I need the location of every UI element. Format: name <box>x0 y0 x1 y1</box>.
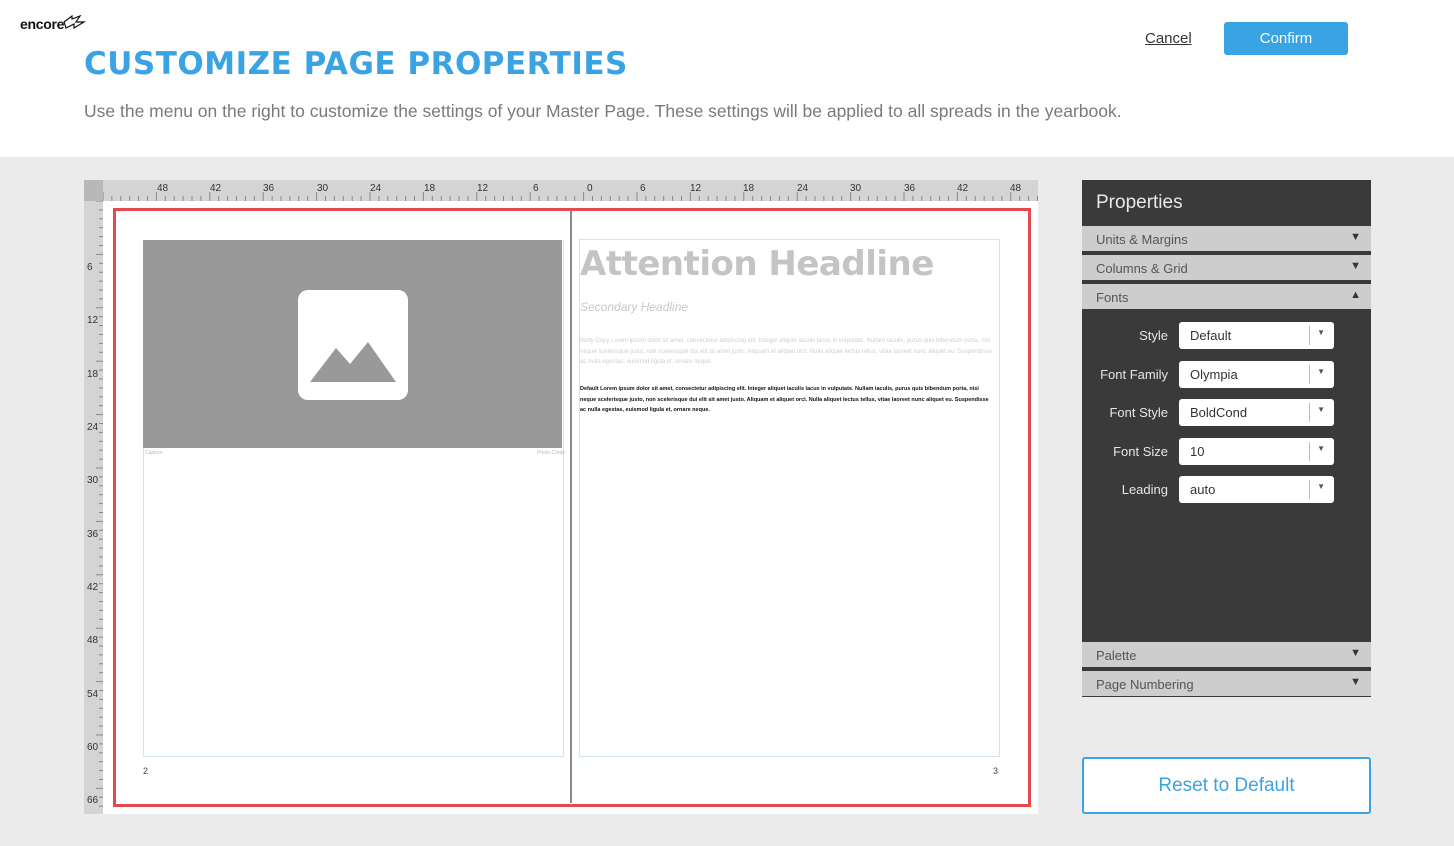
ruler-label: 36 <box>87 529 99 540</box>
chevron-down-icon: ▼ <box>1317 444 1325 453</box>
page-title: CUSTOMIZE PAGE PROPERTIES <box>84 46 628 82</box>
section-label: Palette <box>1096 648 1137 663</box>
horizontal-ruler: 48 42 36 30 24 18 12 6 0 6 12 18 24 30 3… <box>103 180 1038 201</box>
ruler-label: 48 <box>157 183 169 194</box>
style-value: Default <box>1190 328 1232 343</box>
section-page-numbering[interactable]: Page Numbering ▼ <box>1082 671 1371 696</box>
photo-caption: Caption <box>145 450 163 456</box>
default-copy[interactable]: Default Lorem ipsum dolor sit amet, cons… <box>580 384 995 416</box>
encore-logo: encore <box>20 16 65 32</box>
chevron-down-icon: ▼ <box>1350 260 1361 272</box>
chevron-down-icon: ▼ <box>1317 482 1325 491</box>
ruler-label: 18 <box>743 183 755 194</box>
font-style-label: Font Style <box>1109 405 1168 420</box>
select-separator <box>1309 403 1310 422</box>
font-family-label: Font Family <box>1100 367 1168 382</box>
cancel-link[interactable]: Cancel <box>1145 30 1192 47</box>
ruler-label: 0 <box>587 183 593 194</box>
leading-select[interactable]: auto ▼ <box>1179 476 1334 503</box>
vertical-ruler-ticks <box>96 201 103 807</box>
properties-panel: Properties Units & Margins ▼ Columns & G… <box>1082 180 1371 697</box>
horizontal-ruler-ticks <box>103 192 1038 201</box>
ruler-label: 36 <box>904 183 916 194</box>
image-placeholder-icon <box>298 290 408 400</box>
right-page-number: 3 <box>993 766 999 776</box>
ruler-corner <box>84 180 103 201</box>
left-page-number: 2 <box>143 766 149 776</box>
ruler-label: 6 <box>640 183 646 194</box>
font-style-select[interactable]: BoldCond ▼ <box>1179 399 1334 426</box>
ruler-label: 30 <box>317 183 329 194</box>
chevron-down-icon: ▼ <box>1350 647 1361 659</box>
section-palette[interactable]: Palette ▼ <box>1082 642 1371 667</box>
leading-value: auto <box>1190 482 1216 497</box>
chevron-up-icon: ▲ <box>1350 289 1361 301</box>
ruler-label: 6 <box>87 262 93 273</box>
section-fonts[interactable]: Fonts ▲ <box>1082 284 1371 309</box>
ruler-label: 66 <box>87 795 99 806</box>
ruler-label: 24 <box>797 183 809 194</box>
chevron-down-icon: ▼ <box>1317 328 1325 337</box>
section-label: Fonts <box>1096 290 1129 305</box>
ruler-label: 42 <box>957 183 969 194</box>
ruler-label: 42 <box>210 183 222 194</box>
photo-credit: Photo Credit <box>537 450 565 456</box>
section-units-margins[interactable]: Units & Margins ▼ <box>1082 226 1371 251</box>
font-family-select[interactable]: Olympia ▼ <box>1179 361 1334 388</box>
ruler-label: 6 <box>533 183 539 194</box>
font-size-select[interactable]: 10 ▼ <box>1179 438 1334 465</box>
logo-mark-icon <box>63 14 86 30</box>
chevron-down-icon: ▼ <box>1317 405 1325 414</box>
page-subtitle: Use the menu on the right to customize t… <box>84 101 1122 121</box>
ruler-label: 12 <box>477 183 489 194</box>
ruler-label: 42 <box>87 582 99 593</box>
font-size-label: Font Size <box>1113 444 1168 459</box>
chevron-down-icon: ▼ <box>1317 367 1325 376</box>
ruler-label: 18 <box>424 183 436 194</box>
ruler-label: 12 <box>87 315 99 326</box>
ruler-label: 48 <box>87 635 99 646</box>
ruler-label: 48 <box>1010 183 1022 194</box>
ruler-label: 24 <box>370 183 382 194</box>
ruler-label: 30 <box>87 475 99 486</box>
body-copy[interactable]: Body Copy Lorem ipsum dolor sit amet, co… <box>580 336 995 368</box>
section-columns-grid[interactable]: Columns & Grid ▼ <box>1082 255 1371 280</box>
right-page-margin <box>579 239 1000 757</box>
section-label: Columns & Grid <box>1096 261 1188 276</box>
section-label: Units & Margins <box>1096 232 1188 247</box>
chevron-down-icon: ▼ <box>1350 231 1361 243</box>
vertical-ruler: 6 12 18 24 30 36 42 48 54 60 66 <box>84 201 103 814</box>
ruler-label: 36 <box>263 183 275 194</box>
ruler-label: 60 <box>87 742 99 753</box>
confirm-button[interactable]: Confirm <box>1224 22 1348 55</box>
font-family-value: Olympia <box>1190 367 1238 382</box>
font-style-value: BoldCond <box>1190 405 1248 420</box>
section-label: Page Numbering <box>1096 677 1194 692</box>
select-separator <box>1309 480 1310 499</box>
select-separator <box>1309 326 1310 345</box>
secondary-headline[interactable]: Secondary Headline <box>580 300 688 314</box>
ruler-label: 24 <box>87 422 99 433</box>
page-header: encore CUSTOMIZE PAGE PROPERTIES Use the… <box>0 0 1454 157</box>
ruler-label: 54 <box>87 689 99 700</box>
ruler-label: 18 <box>87 369 99 380</box>
reset-to-default-button[interactable]: Reset to Default <box>1082 757 1371 814</box>
ruler-label: 30 <box>850 183 862 194</box>
ruler-label: 12 <box>690 183 702 194</box>
spread-spine <box>570 211 572 803</box>
select-separator <box>1309 365 1310 384</box>
photo-placeholder[interactable] <box>143 240 562 448</box>
font-size-value: 10 <box>1190 444 1205 459</box>
leading-label: Leading <box>1121 482 1168 497</box>
style-select[interactable]: Default ▼ <box>1179 322 1334 349</box>
attention-headline[interactable]: Attention Headline <box>580 244 934 284</box>
style-label: Style <box>1139 328 1168 343</box>
properties-title: Properties <box>1096 192 1183 213</box>
chevron-down-icon: ▼ <box>1350 676 1361 688</box>
select-separator <box>1309 442 1310 461</box>
